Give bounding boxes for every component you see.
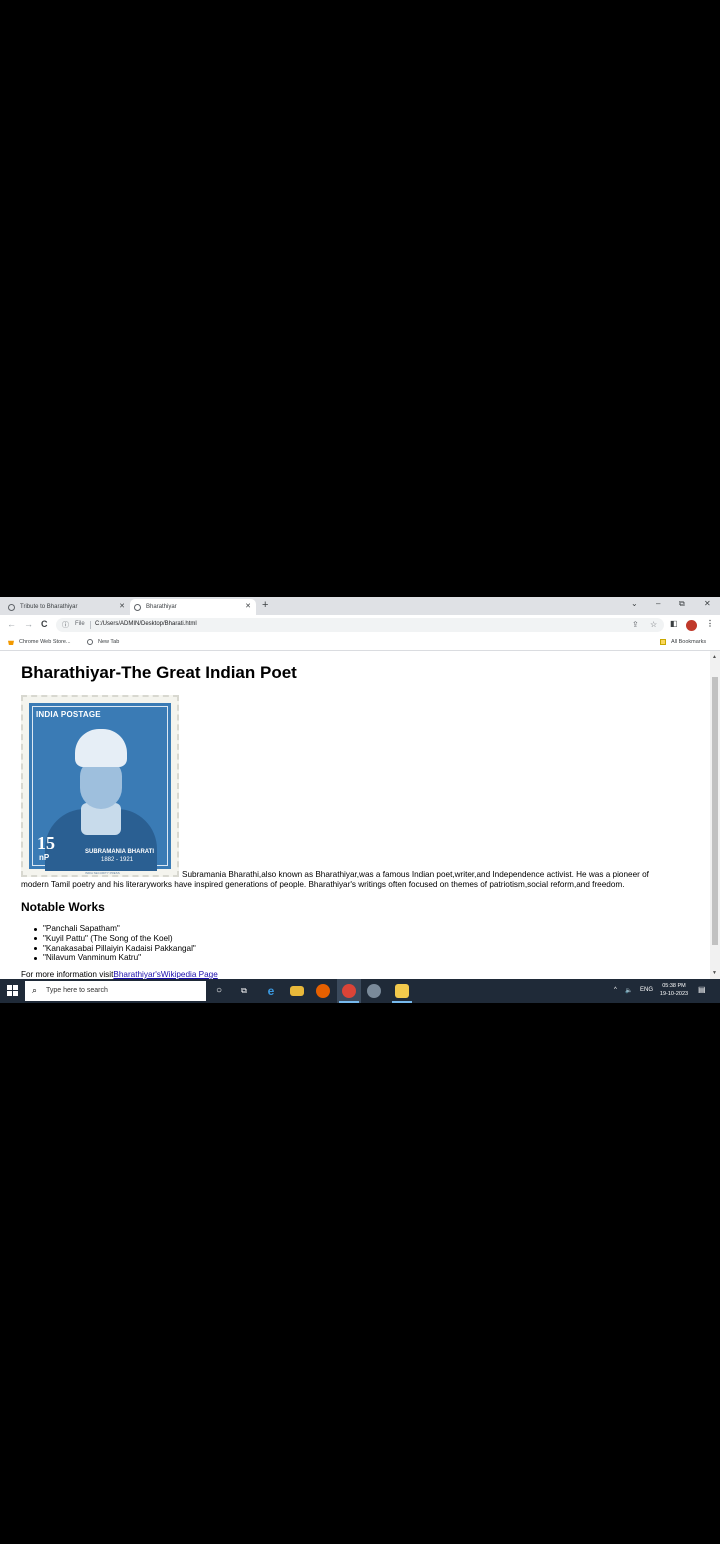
stamp-name: SUBRAMANIA BHARATI (85, 849, 154, 855)
tray-chevron-icon[interactable]: ^ (614, 987, 617, 993)
firefox-icon[interactable] (316, 984, 330, 998)
stamp-title: INDIA POSTAGE (36, 710, 101, 719)
settings-app-icon[interactable] (367, 984, 381, 998)
notification-icon[interactable]: ▤ (698, 985, 708, 995)
stamp-years: 1882 - 1921 (101, 857, 134, 863)
globe-icon (134, 603, 141, 611)
bharathi-stamp-image: INDIA POSTAGE 15 nP SUBRAMANIA BHARATI 1… (21, 695, 179, 877)
browser-toolbar: ← → C ⓘ File C:/Users/ADMIN/Desktop/Bhar… (0, 615, 720, 635)
tab-bharathiyar[interactable]: Bharathiyar ✕ (130, 599, 256, 615)
all-bookmarks-button[interactable]: All Bookmarks (660, 639, 706, 645)
chrome-icon (342, 984, 356, 998)
taskbar-search-placeholder: Type here to search (46, 987, 108, 994)
chrome-web-store-icon (8, 640, 14, 645)
bookmark-star-icon[interactable]: ☆ (650, 620, 657, 629)
reload-button[interactable]: C (41, 619, 48, 629)
stamp-unit: nP (39, 853, 50, 862)
tab-label: Tribute to Bharathiyar (20, 604, 78, 610)
bookmark-label: Chrome Web Store... (19, 639, 71, 645)
more-info-text: For more information visit (21, 970, 114, 979)
bookmarks-bar: Chrome Web Store... New Tab All Bookmark… (0, 635, 720, 651)
app-icon (395, 984, 409, 998)
taskbar-clock[interactable]: 05:38 PM 19-10-2023 (652, 982, 696, 998)
stamp-value: 15 (37, 833, 55, 853)
address-bar[interactable]: ⓘ File C:/Users/ADMIN/Desktop/Bharati.ht… (56, 618, 664, 632)
page-content: Bharathiyar-The Great Indian Poet INDIA … (0, 651, 710, 979)
more-info-line: For more information visitBharathiyar'sW… (21, 970, 218, 979)
globe-icon (8, 603, 15, 611)
intro-line-2: modern Tamil poetry and his literarywork… (21, 880, 625, 889)
close-tab-icon[interactable]: ✕ (245, 602, 251, 610)
tab-label: Bharathiyar (146, 604, 177, 610)
info-icon[interactable]: ⓘ (62, 620, 69, 630)
search-icon: ⌕ (32, 985, 38, 995)
scroll-down-arrow[interactable]: ▼ (712, 970, 717, 976)
stamp-portrait-turban (75, 729, 127, 767)
cortana-icon[interactable]: ○ (212, 984, 226, 998)
minimize-button[interactable]: – (656, 599, 660, 608)
profile-avatar[interactable] (686, 620, 697, 631)
back-button[interactable]: ← (7, 619, 16, 629)
list-item: "Kuyil Pattu" (The Song of the Koel) (21, 934, 196, 944)
active-indicator (392, 1001, 412, 1003)
volume-icon[interactable]: 🔈 (625, 987, 632, 994)
list-item: "Kanakasabai Pillaiyin Kadaisi Pakkangal… (21, 944, 196, 954)
scroll-thumb[interactable] (712, 677, 718, 945)
clock-date: 19-10-2023 (659, 991, 689, 997)
forward-button[interactable]: → (24, 619, 33, 629)
file-explorer-icon[interactable] (290, 986, 304, 996)
close-tab-icon[interactable]: ✕ (119, 602, 125, 610)
bookmark-label: New Tab (98, 639, 120, 645)
restore-button[interactable]: ⧉ (679, 599, 685, 609)
page-title: Bharathiyar-The Great Indian Poet (21, 663, 297, 682)
close-window-button[interactable]: ✕ (704, 599, 711, 608)
side-panel-icon[interactable]: ◧ (670, 619, 678, 628)
active-indicator (339, 1001, 359, 1003)
chrome-taskbar-button[interactable] (337, 979, 361, 1003)
wikipedia-link[interactable]: Bharathiyar'sWikipedia Page (113, 970, 217, 979)
list-item: "Nilavum Vanminum Katru" (21, 953, 196, 963)
intro-paragraph: Subramania Bharathi,also known as Bharat… (21, 870, 671, 890)
tab-search-icon[interactable]: ⌄ (631, 599, 638, 608)
stamp-face: INDIA POSTAGE 15 nP SUBRAMANIA BHARATI 1… (29, 703, 171, 875)
all-bookmarks-label: All Bookmarks (671, 639, 707, 645)
bookmark-new-tab[interactable]: New Tab (87, 639, 119, 645)
intro-line-1: Subramania Bharathi,also known as Bharat… (182, 870, 649, 879)
divider (90, 621, 91, 629)
browser-screen: Tribute to Bharathiyar ✕ Bharathiyar ✕ +… (0, 597, 720, 1003)
globe-icon (87, 639, 93, 645)
edge-icon[interactable]: e (264, 984, 278, 998)
scroll-up-arrow[interactable]: ▲ (712, 654, 717, 660)
list-item: "Panchali Sapatham" (21, 924, 196, 934)
tab-tribute[interactable]: Tribute to Bharathiyar ✕ (4, 599, 130, 615)
menu-icon[interactable]: ⋮ (706, 619, 714, 628)
new-tab-button[interactable]: + (262, 599, 268, 611)
taskbar-search-box[interactable]: ⌕ Type here to search (25, 981, 206, 1001)
app-taskbar-button[interactable] (390, 979, 414, 1003)
task-view-icon[interactable]: ⧉ (237, 984, 251, 998)
bookmark-chrome-web-store[interactable]: Chrome Web Store... (8, 639, 71, 645)
share-icon[interactable]: ⇪ (632, 620, 639, 629)
windows-start-icon[interactable] (7, 985, 19, 997)
clock-time: 05:38 PM (662, 983, 686, 989)
url-text[interactable]: C:/Users/ADMIN/Desktop/Bharati.html (95, 621, 197, 627)
works-heading: Notable Works (21, 900, 105, 914)
folder-icon (660, 639, 666, 645)
windows-taskbar: ⌕ Type here to search ○ ⧉ e ^ 🔈 ENG 05:3… (0, 979, 720, 1003)
page-scrollbar[interactable]: ▲ ▼ (710, 651, 720, 979)
scheme-label: File (75, 621, 85, 627)
works-list: "Panchali Sapatham" "Kuyil Pattu" (The S… (21, 924, 196, 963)
tab-strip: Tribute to Bharathiyar ✕ Bharathiyar ✕ +… (0, 597, 720, 615)
